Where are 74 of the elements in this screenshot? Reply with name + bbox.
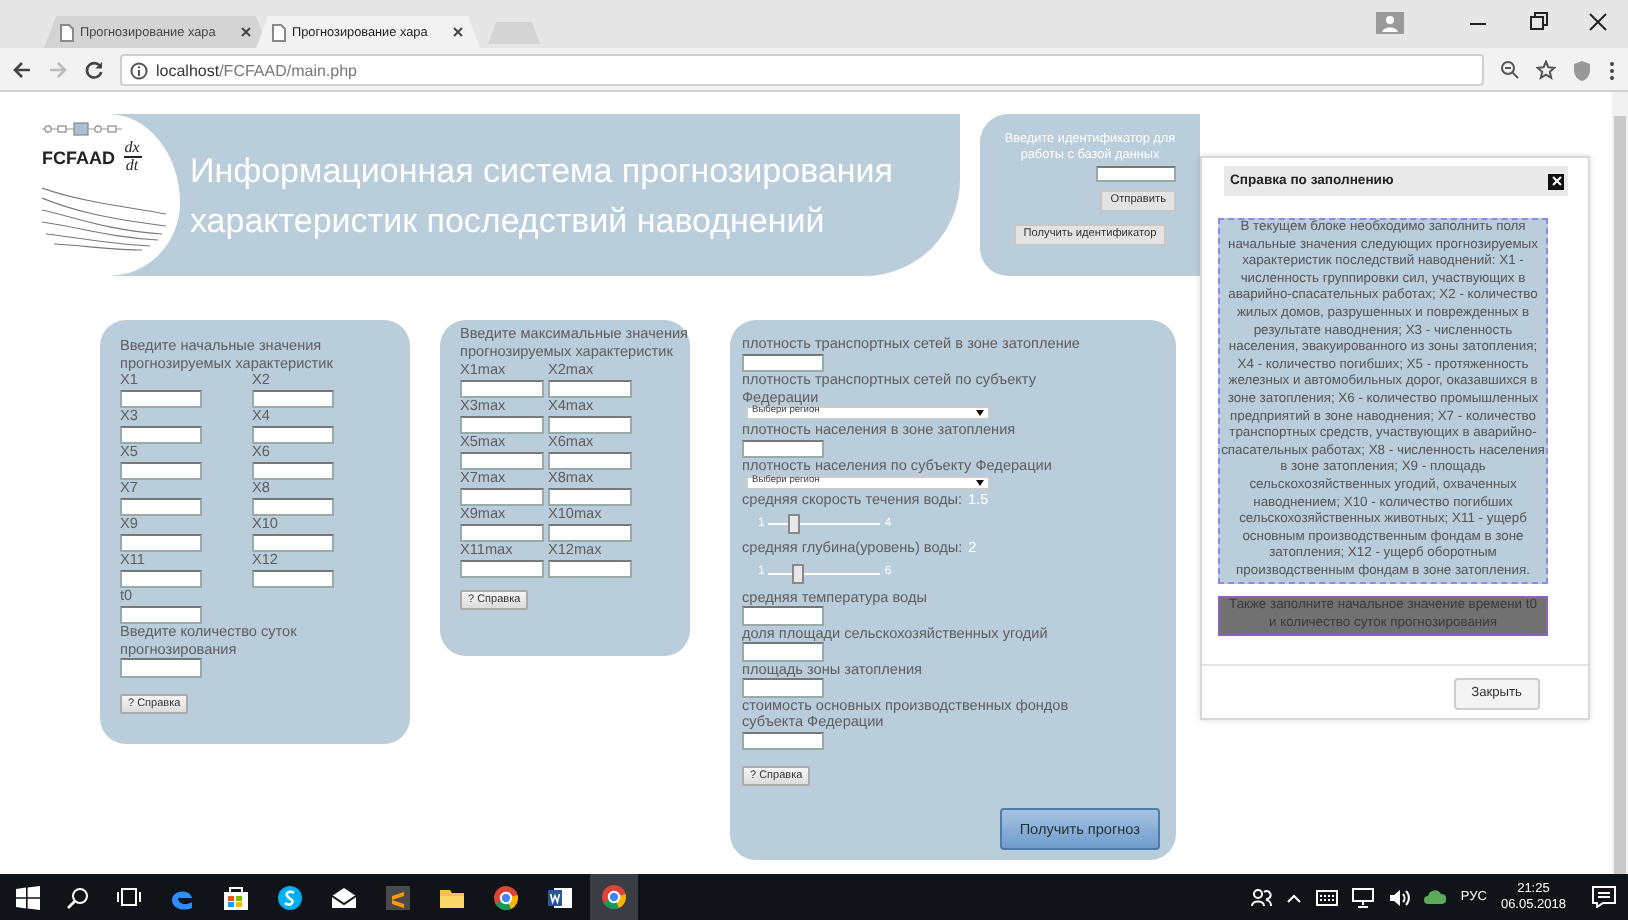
back-icon[interactable]: [12, 60, 32, 80]
input-field[interactable]: [120, 569, 202, 588]
slider-thumb[interactable]: [787, 514, 800, 534]
network-icon[interactable]: [1352, 887, 1375, 907]
close-button[interactable]: [1548, 173, 1564, 189]
input-field[interactable]: [742, 731, 824, 750]
cloud-icon[interactable]: [1424, 888, 1447, 906]
slider-thumb[interactable]: [791, 563, 804, 583]
input-field[interactable]: [460, 523, 544, 542]
logo-text: FCFAAD: [42, 147, 115, 167]
input-field[interactable]: [252, 461, 334, 480]
input-field[interactable]: [460, 451, 544, 470]
input-field[interactable]: [742, 606, 824, 625]
input-field[interactable]: [120, 533, 202, 552]
input-field[interactable]: [460, 415, 544, 434]
input-field[interactable]: [120, 461, 202, 480]
input-field[interactable]: [548, 451, 632, 470]
zoom-icon[interactable]: [1500, 60, 1520, 80]
start-icon[interactable]: [16, 885, 40, 909]
url-field[interactable]: localhost/FCFAAD/main.php: [120, 54, 1484, 86]
input-field[interactable]: [252, 569, 334, 588]
info-icon: [130, 61, 148, 79]
reload-icon[interactable]: [84, 60, 104, 80]
caret-icon: [976, 479, 984, 485]
input-field[interactable]: [548, 559, 632, 578]
mail-icon[interactable]: [330, 883, 358, 911]
input-field[interactable]: [120, 389, 202, 408]
page-icon: [60, 23, 74, 41]
browser-icon[interactable]: [492, 883, 520, 911]
input-field[interactable]: [548, 415, 632, 434]
header-title: характеристик последствий наводнений: [190, 200, 827, 244]
input-field[interactable]: [742, 678, 824, 697]
input-field[interactable]: [742, 353, 824, 372]
id-input[interactable]: [1096, 166, 1176, 182]
input-field[interactable]: [120, 658, 202, 677]
input-field[interactable]: [742, 439, 824, 458]
input-field[interactable]: [460, 379, 544, 398]
input-field[interactable]: [548, 379, 632, 398]
input-field[interactable]: [252, 497, 334, 516]
formula: dx dt: [123, 140, 141, 174]
input-field[interactable]: [252, 425, 334, 444]
menu-icon[interactable]: [1608, 59, 1616, 81]
chat-app-icon[interactable]: [276, 883, 304, 911]
search-icon[interactable]: [66, 885, 90, 909]
star-icon[interactable]: [1536, 60, 1556, 80]
input-field[interactable]: [120, 605, 202, 624]
input-field[interactable]: [460, 487, 544, 506]
keyboard-icon[interactable]: [1316, 889, 1339, 905]
shield-icon[interactable]: [1572, 59, 1592, 81]
volume-icon[interactable]: [1388, 887, 1411, 907]
caret-icon: [976, 410, 984, 416]
browser-icon[interactable]: [590, 874, 638, 920]
store-icon[interactable]: [222, 883, 250, 911]
caret-up-icon[interactable]: [1286, 891, 1303, 903]
input-field[interactable]: [548, 487, 632, 506]
task-view-icon[interactable]: [116, 886, 142, 908]
people-icon[interactable]: [1250, 886, 1273, 908]
scrollbar[interactable]: [1612, 92, 1628, 874]
word-icon[interactable]: [546, 883, 574, 911]
close-icon[interactable]: [452, 26, 464, 38]
input-field[interactable]: [548, 523, 632, 542]
editor-icon[interactable]: [384, 883, 412, 911]
input-field[interactable]: [120, 497, 202, 516]
close-icon[interactable]: [240, 26, 252, 38]
header-title: Информационная система прогнозирования: [190, 150, 893, 194]
input-field[interactable]: [460, 559, 544, 578]
circuit-icon: [42, 122, 122, 136]
notification-icon[interactable]: [1592, 886, 1616, 908]
input-field[interactable]: [742, 642, 824, 661]
page-icon: [272, 23, 286, 41]
input-field[interactable]: [252, 389, 334, 408]
input-field[interactable]: [120, 425, 202, 444]
profile-icon[interactable]: [1376, 11, 1404, 33]
input-field[interactable]: [252, 533, 334, 552]
